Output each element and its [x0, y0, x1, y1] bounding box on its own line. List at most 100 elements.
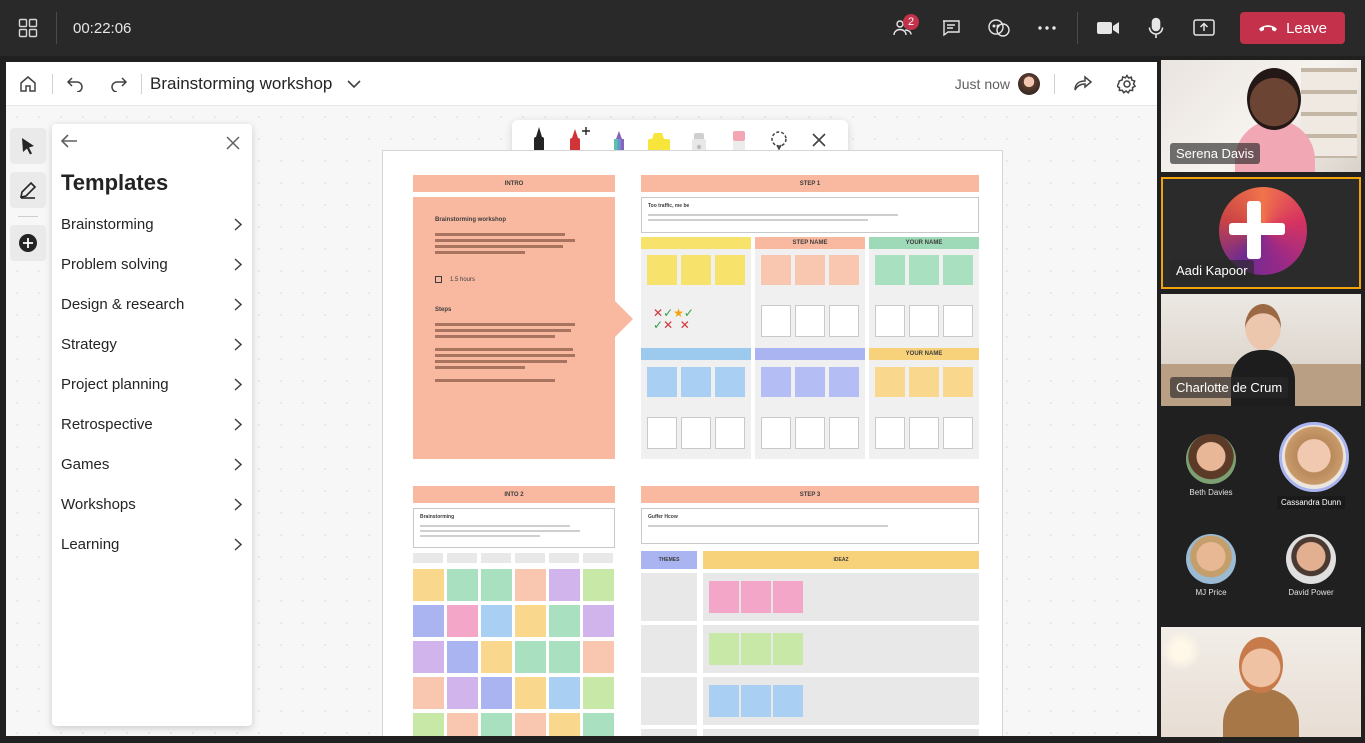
sticky-note[interactable] [795, 367, 825, 397]
sticky-note[interactable] [447, 713, 478, 736]
sticky-note[interactable] [447, 641, 478, 673]
sticky-note[interactable] [413, 677, 444, 709]
whiteboard[interactable]: Brainstorming workshop Just now Template… [6, 62, 1157, 736]
empty-cell[interactable] [795, 417, 825, 449]
sticky-note[interactable] [549, 641, 580, 673]
sticky-note[interactable] [413, 605, 444, 637]
whiteboard-title[interactable]: Brainstorming workshop [150, 74, 332, 94]
template-category-item[interactable]: Problem solving [52, 244, 252, 284]
video-tile-serena[interactable]: Serena Davis [1161, 60, 1361, 172]
sticky-note[interactable] [943, 367, 973, 397]
empty-cell[interactable] [943, 305, 973, 337]
add-button[interactable] [10, 225, 46, 261]
title-dropdown-button[interactable] [332, 62, 376, 106]
empty-cell[interactable] [647, 417, 677, 449]
sticky-note[interactable] [875, 255, 905, 285]
sticky-note[interactable] [515, 641, 546, 673]
sticky-note[interactable] [447, 677, 478, 709]
video-tile-aadi[interactable]: Aadi Kapoor [1161, 177, 1361, 289]
empty-cell[interactable] [761, 417, 791, 449]
sticky-note[interactable] [647, 255, 677, 285]
template-category-item[interactable]: Workshops [52, 484, 252, 524]
share-button[interactable] [1061, 62, 1105, 106]
share-screen-button[interactable] [1180, 4, 1228, 52]
empty-cell[interactable] [875, 305, 905, 337]
empty-cell[interactable] [829, 417, 859, 449]
sticky-note[interactable] [481, 713, 512, 736]
empty-cell[interactable] [829, 305, 859, 337]
sticky-note[interactable] [413, 713, 444, 736]
template-category-item[interactable]: Brainstorming [52, 204, 252, 244]
sticky-note[interactable] [481, 677, 512, 709]
sticky-note[interactable] [549, 569, 580, 601]
sticky-note[interactable] [943, 255, 973, 285]
sticky-note[interactable] [761, 367, 791, 397]
sticky-note[interactable] [709, 633, 739, 665]
participant-mj[interactable]: MJ Price [1171, 534, 1251, 597]
sticky-note[interactable] [413, 569, 444, 601]
leave-button[interactable]: Leave [1240, 12, 1345, 44]
template-category-item[interactable]: Design & research [52, 284, 252, 324]
sticky-note[interactable] [447, 605, 478, 637]
empty-cell[interactable] [795, 305, 825, 337]
redo-button[interactable] [97, 62, 141, 106]
sticky-note[interactable] [709, 685, 739, 717]
select-tool-button[interactable] [10, 128, 46, 164]
sticky-note[interactable] [829, 255, 859, 285]
sticky-note[interactable] [715, 255, 745, 285]
sticky-note[interactable] [829, 367, 859, 397]
idea-row[interactable] [703, 729, 979, 736]
sticky-note[interactable] [795, 255, 825, 285]
sticky-note[interactable] [549, 605, 580, 637]
video-tile-charlotte[interactable]: Charlotte de Crum [1161, 294, 1361, 406]
theme-cell[interactable] [641, 677, 697, 725]
theme-cell[interactable] [641, 573, 697, 621]
sticky-note[interactable] [909, 255, 939, 285]
sticky-note[interactable] [481, 641, 512, 673]
sticky-note[interactable] [583, 641, 614, 673]
sticky-note[interactable] [773, 581, 803, 613]
empty-cell[interactable] [681, 417, 711, 449]
sticky-note[interactable] [715, 367, 745, 397]
sticky-note[interactable] [773, 633, 803, 665]
sticky-note[interactable] [515, 677, 546, 709]
sticky-note[interactable] [875, 367, 905, 397]
participant-beth[interactable]: Beth Davies [1171, 434, 1251, 497]
sticky-note[interactable] [583, 677, 614, 709]
sticky-note[interactable] [549, 713, 580, 736]
empty-cell[interactable] [875, 417, 905, 449]
sticky-note[interactable] [481, 569, 512, 601]
sticky-note[interactable] [515, 569, 546, 601]
sticky-note[interactable] [761, 255, 791, 285]
theme-cell[interactable] [641, 729, 697, 736]
back-button[interactable] [60, 134, 78, 153]
sticky-note[interactable] [681, 255, 711, 285]
sticky-note[interactable] [481, 605, 512, 637]
template-category-item[interactable]: Project planning [52, 364, 252, 404]
participants-button[interactable]: 2 [879, 4, 927, 52]
participant-cassandra[interactable]: Cassandra Dunn [1271, 422, 1357, 510]
intro-card[interactable]: Brainstorming workshop 1.5 hours Steps [413, 197, 615, 459]
template-category-item[interactable]: Retrospective [52, 404, 252, 444]
sticky-note[interactable] [773, 685, 803, 717]
template-board[interactable]: INTRO Brainstorming workshop 1.5 hours S… [382, 150, 1003, 736]
sticky-note[interactable] [549, 677, 580, 709]
sticky-note[interactable] [741, 685, 771, 717]
undo-button[interactable] [53, 62, 97, 106]
template-category-item[interactable]: Learning [52, 524, 252, 564]
app-grid-button[interactable] [0, 0, 56, 56]
sticky-note[interactable] [741, 581, 771, 613]
sticky-note[interactable] [447, 569, 478, 601]
template-category-item[interactable]: Strategy [52, 324, 252, 364]
home-button[interactable] [6, 62, 50, 106]
sticky-note[interactable] [709, 581, 739, 613]
empty-cell[interactable] [715, 417, 745, 449]
sticky-note[interactable] [413, 641, 444, 673]
microphone-button[interactable] [1132, 4, 1180, 52]
settings-button[interactable] [1105, 62, 1149, 106]
sticky-note[interactable] [515, 605, 546, 637]
sticky-note[interactable] [583, 605, 614, 637]
theme-cell[interactable] [641, 625, 697, 673]
sticky-note[interactable] [741, 633, 771, 665]
chat-button[interactable] [927, 4, 975, 52]
